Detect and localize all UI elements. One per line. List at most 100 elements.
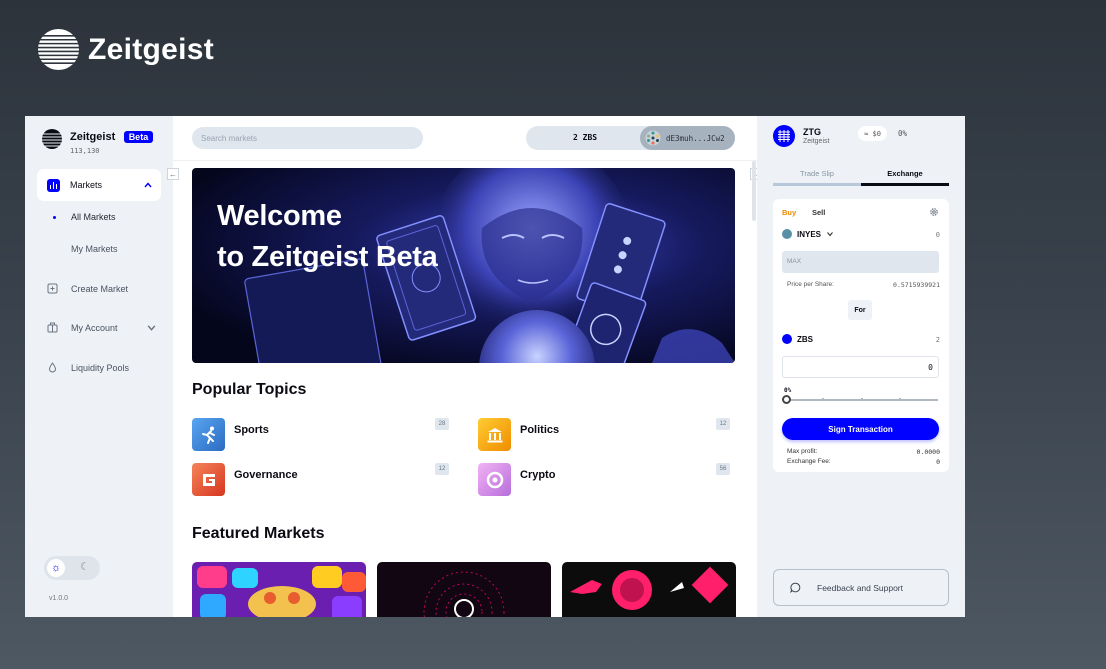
- slider-percent: 0%: [784, 387, 792, 394]
- identicon-icon: [645, 130, 661, 146]
- tab-exchange[interactable]: Exchange: [861, 164, 949, 186]
- market-thumbnail: [562, 562, 736, 617]
- tab-trade-slip[interactable]: Trade Slip: [773, 164, 861, 186]
- asset-dot-icon: [782, 334, 792, 344]
- sidebar-item-liquidity-pools[interactable]: Liquidity Pools: [47, 362, 129, 373]
- topic-count-badge: 28: [435, 418, 449, 430]
- brand-header: Zeitgeist: [37, 28, 214, 71]
- sidebar-item-create-market[interactable]: Create Market: [47, 283, 128, 294]
- crypto-icon: [478, 463, 511, 496]
- sidebar-item-label: My Account: [71, 322, 118, 333]
- topic-count-badge: 12: [435, 463, 449, 475]
- active-dot-icon: [53, 216, 56, 219]
- topic-name: Politics: [520, 424, 560, 436]
- amount-input[interactable]: 0: [782, 356, 939, 378]
- zeitgeist-logo-icon: [42, 129, 62, 149]
- briefcase-icon: [47, 322, 58, 333]
- bar-chart-icon: [47, 178, 60, 192]
- asset-out-symbol: ZBS: [797, 334, 813, 344]
- governance-icon: [192, 463, 225, 496]
- featured-market-card[interactable]: [377, 562, 551, 617]
- amount-slider[interactable]: [782, 395, 938, 404]
- max-input[interactable]: MAX: [782, 251, 939, 273]
- feedback-button[interactable]: Feedback and Support: [773, 569, 949, 606]
- featured-market-card[interactable]: [192, 562, 366, 617]
- sign-transaction-button[interactable]: Sign Transaction: [782, 418, 939, 440]
- topic-governance[interactable]: Governance 12: [192, 463, 462, 497]
- featured-markets-title: Featured Markets: [192, 525, 325, 542]
- exchange-fee-value: 0: [936, 458, 940, 466]
- search-input[interactable]: [192, 127, 423, 149]
- topic-count-badge: 56: [716, 463, 730, 475]
- asset-out-label: ZBS: [782, 334, 813, 344]
- topic-politics[interactable]: Politics 12: [478, 418, 748, 452]
- collapse-left-button[interactable]: ←: [167, 168, 179, 180]
- topic-count-badge: 12: [716, 418, 730, 430]
- sidebar: Zeitgeist Beta 113,130 Markets All Marke…: [25, 116, 173, 617]
- account-button[interactable]: dE3muh...JCw2: [640, 126, 735, 150]
- price-per-share-label: Price per Share:: [787, 281, 834, 288]
- topic-name: Crypto: [520, 469, 556, 481]
- plus-square-icon: [47, 283, 58, 294]
- popular-topics-title: Popular Topics: [192, 381, 307, 398]
- sidebar-item-my-account[interactable]: My Account: [47, 322, 157, 333]
- slider-tick: [899, 398, 901, 401]
- exchange-card: Buy Sell INYES 0 MAX Price per Share: 0.…: [773, 199, 949, 472]
- asset-out-balance: 2: [935, 336, 940, 344]
- asset-in-symbol: INYES: [797, 229, 822, 239]
- sell-toggle[interactable]: Sell: [812, 208, 825, 217]
- hero-banner[interactable]: Welcome to Zeitgeist Beta: [192, 168, 735, 363]
- asset-in-selector[interactable]: INYES: [782, 229, 834, 239]
- chevron-down-icon: [827, 232, 833, 237]
- market-thumbnail: [192, 562, 366, 617]
- max-profit-label: Max profit:: [787, 448, 818, 455]
- wallet-balance: 2 ZBS: [573, 133, 598, 142]
- arrow-left-icon: ←: [169, 169, 177, 179]
- featured-market-card[interactable]: [562, 562, 736, 617]
- slider-tick: [822, 398, 824, 401]
- sidebar-item-markets[interactable]: Markets: [37, 169, 161, 201]
- token-price: ≈ $0: [858, 126, 887, 141]
- buy-toggle[interactable]: Buy: [782, 208, 796, 217]
- sidebar-title: Zeitgeist: [70, 131, 116, 143]
- token-header: ZTG Zeitgeist: [773, 125, 829, 147]
- block-number: 113,130: [70, 147, 100, 155]
- topic-crypto[interactable]: Crypto 56: [478, 463, 748, 497]
- sidebar-subitem-my-markets[interactable]: My Markets: [71, 244, 118, 254]
- app-version: v1.0.0: [49, 595, 69, 602]
- chat-bubble-icon: [790, 582, 801, 593]
- gear-icon[interactable]: [929, 207, 939, 217]
- topic-sports[interactable]: Sports 28: [192, 418, 462, 452]
- sidebar-header: Zeitgeist Beta 113,130: [42, 127, 154, 155]
- sidebar-subitem-all-markets[interactable]: All Markets: [71, 212, 116, 222]
- sun-icon[interactable]: ☼: [47, 559, 65, 577]
- sidebar-item-label: Markets: [70, 180, 103, 190]
- account-address: dE3muh...JCw2: [666, 133, 725, 143]
- app-window: Zeitgeist Beta 113,130 Markets All Marke…: [25, 116, 965, 617]
- topic-name: Governance: [234, 469, 298, 481]
- slider-handle[interactable]: [782, 395, 791, 404]
- moon-icon[interactable]: ☾: [80, 560, 90, 573]
- chevron-down-icon[interactable]: [146, 322, 157, 333]
- slider-tick: [861, 398, 863, 401]
- topic-name: Sports: [234, 424, 269, 436]
- market-thumbnail: [377, 562, 551, 617]
- trade-panel: ZTG Zeitgeist ≈ $0 0% Trade Slip Exchang…: [757, 116, 965, 617]
- token-name: Zeitgeist: [803, 138, 830, 145]
- beta-badge: Beta: [123, 131, 154, 143]
- theme-toggle[interactable]: ☼ ☾: [44, 556, 100, 580]
- chevron-up-icon[interactable]: [143, 180, 153, 190]
- asset-dot-icon: [782, 229, 792, 239]
- runner-icon: [192, 418, 225, 451]
- wallet-widget[interactable]: 2 ZBS dE3muh...JCw2: [526, 126, 735, 150]
- main-content: 2 ZBS dE3muh...JCw2 ← →: [167, 116, 762, 617]
- sidebar-item-label: Create Market: [71, 283, 129, 294]
- asset-in-balance: 0: [935, 231, 940, 239]
- ztg-token-icon: [773, 125, 795, 147]
- top-bar: 2 ZBS dE3muh...JCw2: [173, 116, 757, 161]
- swap-direction-button[interactable]: For: [848, 300, 872, 320]
- token-symbol: ZTG: [803, 127, 821, 137]
- zeitgeist-logo-icon: [37, 28, 80, 71]
- scrollbar[interactable]: [752, 161, 756, 221]
- max-profit-value: 0.0000: [916, 448, 940, 456]
